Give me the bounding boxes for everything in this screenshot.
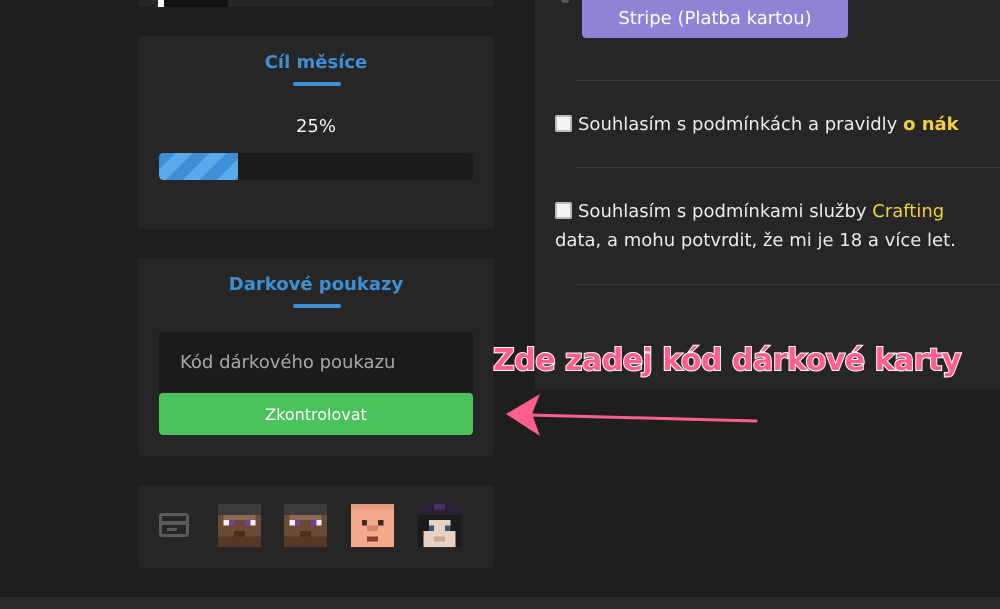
service-agreement-row: Souhlasím s podmínkami služby Crafting: [555, 197, 944, 227]
player-head-icon[interactable]: [284, 504, 327, 547]
credit-card-icon: [159, 513, 189, 537]
player-head-icon[interactable]: [351, 504, 394, 547]
gift-voucher-card: Darkové poukazy Zkontrolovat: [138, 258, 494, 456]
stripe-payment-button[interactable]: Stripe (Platba kartou): [582, 0, 848, 38]
previous-card-stub: [138, 0, 494, 7]
title-underline: [293, 82, 341, 86]
goal-progress-bar: [159, 153, 473, 180]
service-text-line2: data, a mohu potvrdit, že mi je 18 a víc…: [555, 230, 956, 251]
gift-code-input[interactable]: [159, 332, 473, 392]
terms-checkbox[interactable]: [555, 115, 572, 132]
radio-indicator-stub[interactable]: [561, 0, 569, 3]
footer-strip: [0, 597, 1000, 609]
divider: [575, 284, 1000, 285]
terms-text: Souhlasím s podmínkách a pravidly: [578, 114, 904, 135]
player-head-icon[interactable]: [418, 504, 461, 547]
divider: [575, 80, 1000, 81]
payment-methods-card: [138, 485, 494, 568]
annotation-arrow-icon: [506, 394, 758, 436]
divider: [575, 167, 1000, 168]
check-code-button[interactable]: Zkontrolovat: [159, 393, 473, 435]
avatar-stub: [158, 0, 228, 7]
annotation-text: Zde zadej kód dárkové karty: [492, 342, 962, 379]
service-checkbox[interactable]: [555, 202, 572, 219]
terms-agreement-row: Souhlasím s podmínkách a pravidly o nák: [555, 110, 959, 140]
service-link[interactable]: Crafting: [872, 201, 944, 222]
terms-link[interactable]: o nák: [903, 114, 959, 135]
checkout-panel: Stripe (Platba kartou) Souhlasím s podmí…: [535, 0, 1000, 390]
goal-progress-fill: [159, 153, 238, 180]
gift-voucher-title: Darkové poukazy: [228, 274, 404, 295]
monthly-goal-title: Cíl měsíce: [264, 52, 368, 73]
player-head-icon[interactable]: [218, 504, 261, 547]
service-text: Souhlasím s podmínkami služby: [578, 201, 873, 222]
goal-percent-label: 25%: [295, 116, 336, 137]
monthly-goal-card: Cíl měsíce 25%: [138, 36, 494, 229]
title-underline: [293, 304, 341, 308]
